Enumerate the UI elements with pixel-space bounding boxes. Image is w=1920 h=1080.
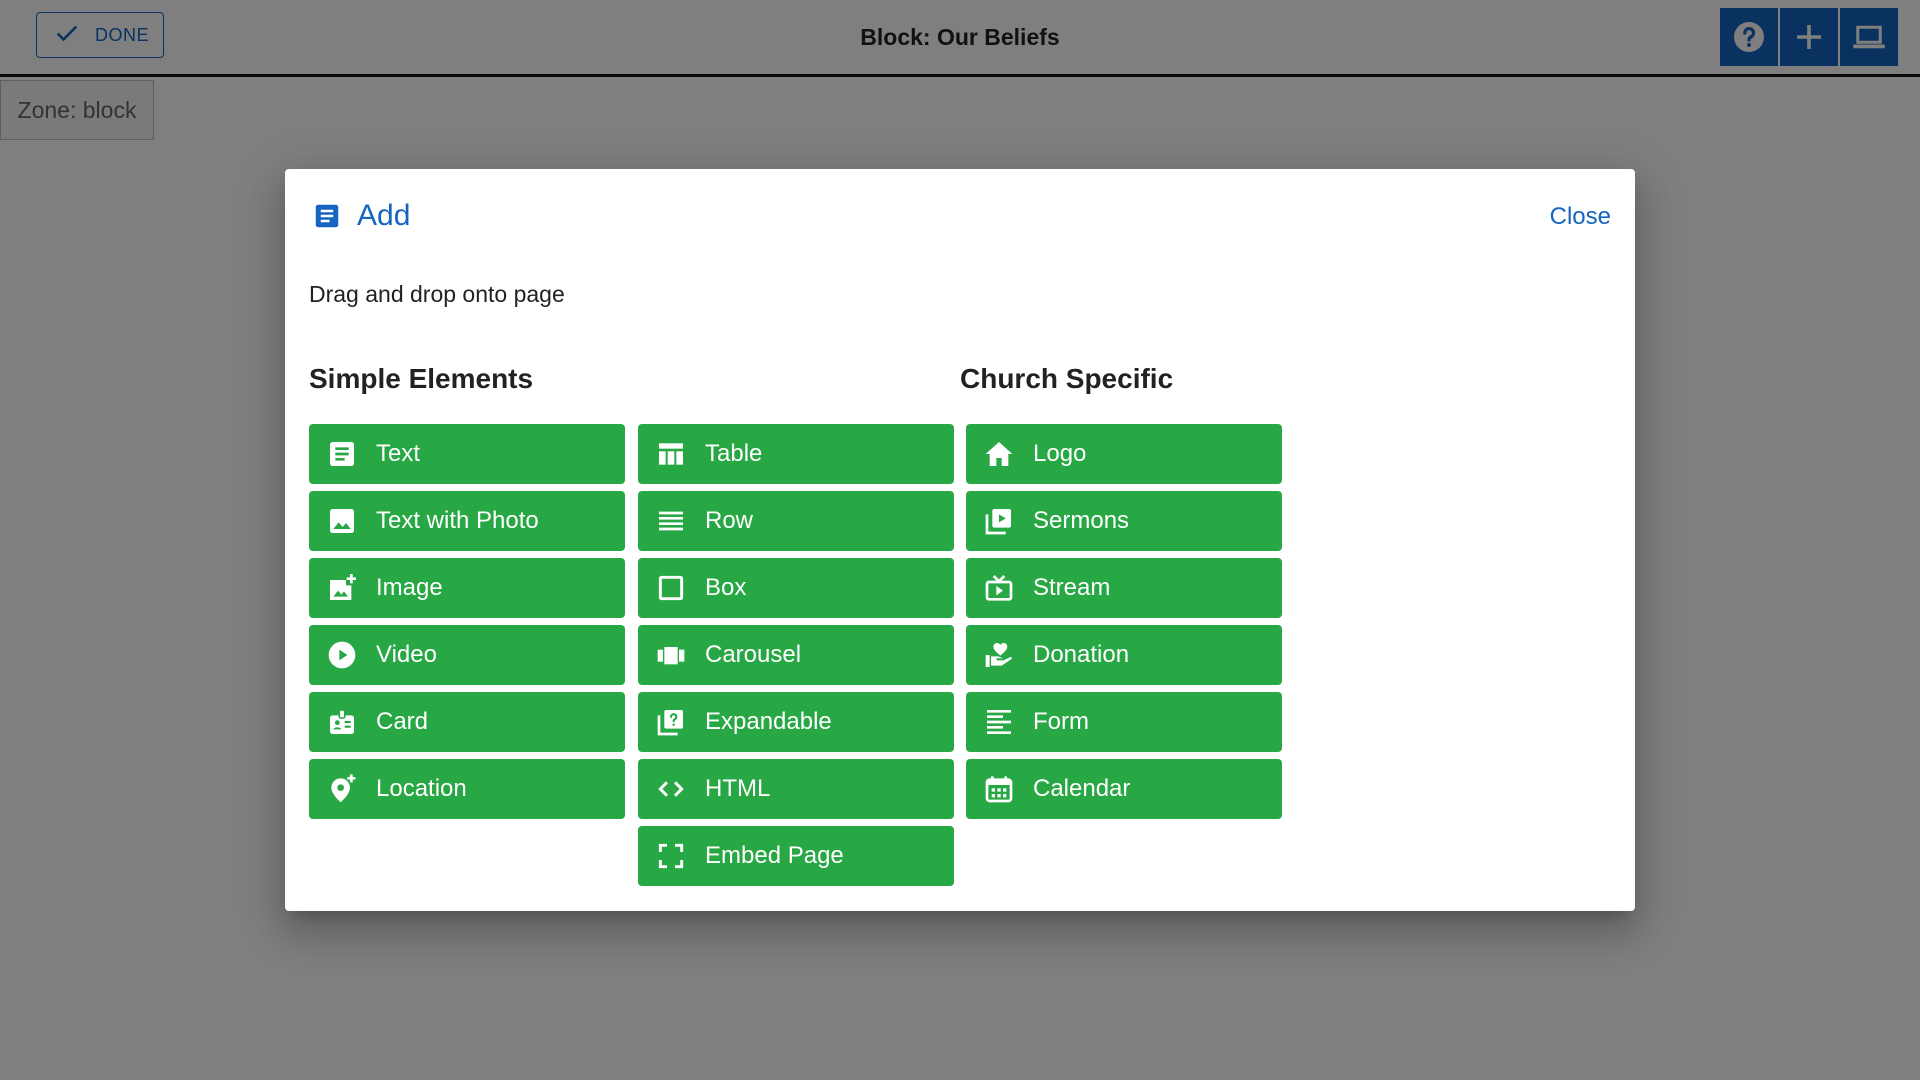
- calendar-icon: [983, 773, 1015, 805]
- add-location-icon: [326, 773, 358, 805]
- volunteer-icon: [983, 639, 1015, 671]
- element-text-with-photo-button[interactable]: Text with Photo: [309, 491, 625, 551]
- element-label: Row: [705, 507, 754, 534]
- element-text-button[interactable]: Text: [309, 424, 625, 484]
- element-card-button[interactable]: Card: [309, 692, 625, 752]
- dialog-instruction: Drag and drop onto page: [309, 281, 565, 307]
- element-box-button[interactable]: Box: [638, 558, 954, 618]
- code-icon: [655, 773, 687, 805]
- element-donation-button[interactable]: Donation: [966, 625, 1282, 685]
- element-table-button[interactable]: Table: [638, 424, 954, 484]
- expandable-icon: [655, 706, 687, 738]
- add-element-dialog: Add Close Drag and drop onto page Simple…: [285, 169, 1635, 911]
- element-video-button[interactable]: Video: [309, 625, 625, 685]
- element-sermons-button[interactable]: Sermons: [966, 491, 1282, 551]
- fullscreen-icon: [655, 840, 687, 872]
- element-label: Donation: [1033, 641, 1130, 668]
- element-carousel-button[interactable]: Carousel: [638, 625, 954, 685]
- element-label: Form: [1033, 708, 1089, 735]
- element-label: Logo: [1033, 440, 1087, 467]
- element-logo-button[interactable]: Logo: [966, 424, 1282, 484]
- element-label: Text: [376, 440, 421, 467]
- box-icon: [655, 572, 687, 604]
- element-label: Table: [705, 440, 763, 467]
- element-label: Sermons: [1033, 507, 1130, 534]
- element-label: Embed Page: [705, 842, 844, 869]
- element-label: Box: [705, 574, 747, 601]
- form-icon: [983, 706, 1015, 738]
- rows-icon: [655, 505, 687, 537]
- element-label: Image: [376, 574, 443, 601]
- video-library-icon: [983, 505, 1015, 537]
- live-tv-icon: [983, 572, 1015, 604]
- element-calendar-button[interactable]: Calendar: [966, 759, 1282, 819]
- element-form-button[interactable]: Form: [966, 692, 1282, 752]
- element-row-button[interactable]: Row: [638, 491, 954, 551]
- church-specific-heading: Church Specific: [960, 363, 1174, 394]
- element-label: Stream: [1033, 574, 1111, 601]
- carousel-icon: [655, 639, 687, 671]
- element-label: Carousel: [705, 641, 802, 668]
- close-button[interactable]: Close: [1550, 203, 1611, 231]
- play-circle-icon: [326, 639, 358, 671]
- text-icon: [326, 438, 358, 470]
- element-label: Text with Photo: [376, 507, 539, 534]
- simple-elements-heading: Simple Elements: [309, 363, 534, 394]
- add-photo-icon: [326, 572, 358, 604]
- table-icon: [655, 438, 687, 470]
- element-label: Card: [376, 708, 429, 735]
- element-label: Video: [376, 641, 437, 668]
- element-stream-button[interactable]: Stream: [966, 558, 1282, 618]
- element-label: Location: [376, 775, 467, 802]
- element-html-button[interactable]: HTML: [638, 759, 954, 819]
- element-image-button[interactable]: Image: [309, 558, 625, 618]
- element-label: HTML: [705, 775, 771, 802]
- article-icon: [312, 201, 342, 231]
- dialog-title: Add: [357, 199, 411, 232]
- element-embed-page-button[interactable]: Embed Page: [638, 826, 954, 886]
- element-label: Expandable: [705, 708, 832, 735]
- photo-icon: [326, 505, 358, 537]
- badge-icon: [326, 706, 358, 738]
- element-label: Calendar: [1033, 775, 1131, 802]
- element-expandable-button[interactable]: Expandable: [638, 692, 954, 752]
- element-location-button[interactable]: Location: [309, 759, 625, 819]
- home-icon: [983, 438, 1015, 470]
